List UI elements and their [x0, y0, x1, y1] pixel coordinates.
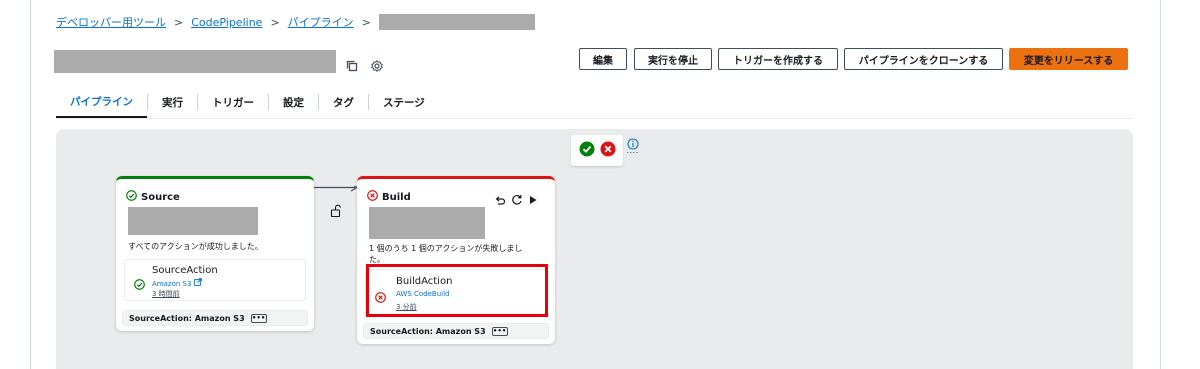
page-title-redacted — [54, 50, 336, 73]
copy-icon[interactable] — [345, 59, 359, 73]
breadcrumb-separator: > — [361, 15, 371, 29]
tabs-underline — [56, 118, 1133, 119]
tab-bar: パイプライン 実行 トリガー 設定 タグ ステージ — [56, 86, 439, 118]
info-icon[interactable] — [627, 138, 639, 154]
more-options-icon[interactable]: ••• — [250, 313, 267, 323]
stage-card-source: Source すべてのアクションが成功しました。 SourceAction Am… — [116, 176, 314, 331]
stage-header: Build — [367, 190, 411, 204]
breadcrumb-codepipeline[interactable]: CodePipeline — [191, 16, 262, 29]
stage-header: Source — [126, 190, 180, 204]
undo-icon[interactable] — [494, 191, 506, 210]
breadcrumb-pipelines[interactable]: パイプライン — [288, 14, 354, 30]
success-icon — [126, 190, 137, 204]
more-options-icon[interactable]: ••• — [491, 326, 508, 336]
stage-execution-id-redacted — [369, 207, 485, 239]
tab-tags[interactable]: タグ — [319, 86, 368, 118]
stage-status-message: 1 個のうち 1 個のアクションが失敗しまし た。 — [369, 243, 522, 265]
success-icon — [134, 275, 145, 294]
action-provider-label: Amazon S3 — [152, 280, 192, 288]
action-timestamp[interactable]: 3 時間前 — [152, 289, 180, 299]
stage-footer: SourceAction: Amazon S3 ••• — [122, 310, 308, 326]
breadcrumb-redacted-pipeline-name — [378, 14, 535, 30]
tab-settings[interactable]: 設定 — [269, 86, 318, 118]
play-icon[interactable] — [528, 191, 538, 210]
unlock-icon[interactable] — [330, 203, 342, 218]
release-change-button[interactable]: 変更をリリースする — [1009, 48, 1128, 70]
breadcrumb-separator: > — [270, 15, 280, 29]
status-legend — [571, 135, 623, 166]
breadcrumb: デベロッパー用ツール > CodePipeline > パイプライン > — [56, 13, 535, 31]
stage-footer-label: SourceAction: Amazon S3 — [129, 313, 245, 323]
stage-name: Build — [382, 191, 411, 203]
tab-triggers[interactable]: トリガー — [198, 86, 268, 118]
stage-card-build: Build 1 個のうち 1 個のアクションが失敗しまし た。 BuildAct… — [357, 176, 555, 344]
tab-stages[interactable]: ステージ — [369, 86, 439, 118]
breadcrumb-developer-tools[interactable]: デベロッパー用ツール — [56, 14, 166, 30]
edit-button[interactable]: 編集 — [579, 48, 627, 70]
failed-icon — [600, 141, 616, 161]
clone-pipeline-button[interactable]: パイプラインをクローンする — [844, 48, 1003, 70]
tab-executions[interactable]: 実行 — [148, 86, 197, 118]
stop-execution-button[interactable]: 実行を停止 — [634, 48, 712, 70]
action-provider-link[interactable]: Amazon S3 — [152, 278, 202, 288]
tab-pipeline[interactable]: パイプライン — [56, 86, 147, 118]
stage-name: Source — [141, 191, 180, 203]
stage-execution-id-redacted — [128, 207, 258, 235]
action-card-source: SourceAction Amazon S3 3 時間前 — [124, 259, 306, 301]
stage-footer-label: SourceAction: Amazon S3 — [370, 326, 486, 336]
gear-icon[interactable] — [370, 59, 384, 73]
highlight-box — [366, 264, 548, 317]
action-name: SourceAction — [152, 265, 218, 276]
success-icon — [579, 141, 595, 161]
stage-status-line: 1 個のうち 1 個のアクションが失敗しまし — [369, 244, 523, 253]
create-trigger-button[interactable]: トリガーを作成する — [718, 48, 838, 70]
stage-controls — [494, 191, 538, 210]
stage-footer: SourceAction: Amazon S3 ••• — [363, 323, 549, 339]
stage-status-message: すべてのアクションが成功しました。 — [128, 242, 263, 251]
breadcrumb-separator: > — [174, 15, 184, 29]
external-link-icon — [193, 278, 202, 288]
retry-icon[interactable] — [511, 191, 523, 210]
failed-icon — [367, 190, 378, 204]
